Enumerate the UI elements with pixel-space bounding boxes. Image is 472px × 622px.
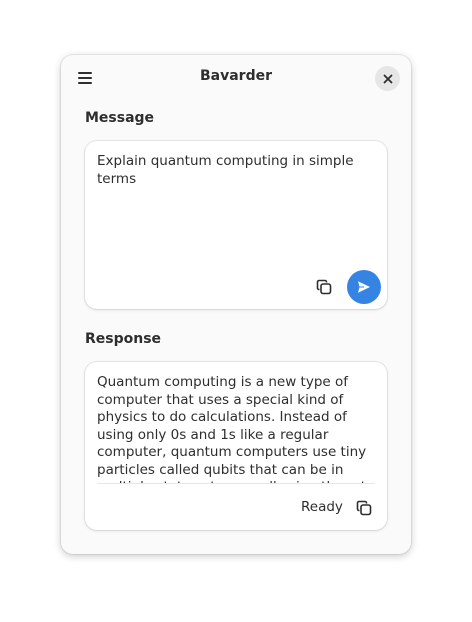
status-label: Ready: [301, 499, 343, 515]
app-window: Bavarder Message Explain quantum computi…: [61, 55, 411, 554]
response-text: Quantum computing is a new type of compu…: [97, 374, 374, 483]
message-input[interactable]: Explain quantum computing in simple term…: [97, 153, 367, 188]
copy-icon: [356, 500, 372, 516]
response-label: Response: [85, 331, 162, 347]
message-label: Message: [85, 110, 155, 126]
close-icon: [383, 74, 392, 83]
response-card: Quantum computing is a new type of compu…: [85, 362, 387, 530]
message-card: Explain quantum computing in simple term…: [85, 141, 387, 309]
window-title: Bavarder: [199, 68, 273, 84]
send-icon: [358, 281, 370, 293]
copy-response-button[interactable]: [349, 493, 379, 523]
close-button[interactable]: [375, 66, 400, 91]
response-scroll-area[interactable]: Quantum computing is a new type of compu…: [97, 374, 375, 484]
copy-message-button[interactable]: [309, 272, 339, 302]
send-button[interactable]: [347, 270, 381, 304]
header-bar: Bavarder: [61, 55, 411, 101]
copy-icon: [316, 279, 332, 295]
